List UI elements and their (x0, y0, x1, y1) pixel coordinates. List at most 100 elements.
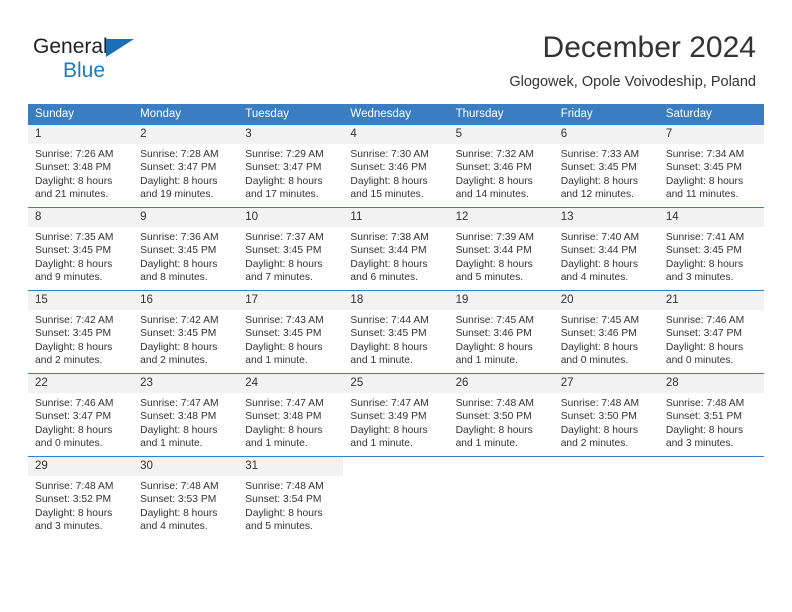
day-number (448, 457, 554, 476)
day-number: 10 (238, 208, 344, 227)
detail-daylight-line2: and 1 minute. (245, 438, 308, 450)
calendar-day-cell[interactable]: 13 Sunrise: 7:40 AM Sunset: 3:44 PM Dayligh… (553, 207, 659, 291)
detail-sunset: Sunset: 3:51 PM (665, 411, 742, 423)
detail-daylight-line1: Daylight: 8 hours (560, 424, 638, 436)
calendar-week-row: 22 Sunrise: 7:46 AM Sunset: 3:47 PM Dayligh… (28, 373, 764, 457)
detail-daylight-line1: Daylight: 8 hours (140, 258, 218, 270)
detail-sunrise: Sunrise: 7:29 AM (245, 149, 324, 160)
calendar-day-cell[interactable]: 11 Sunrise: 7:38 AM Sunset: 3:44 PM Dayligh… (343, 207, 449, 291)
calendar-day-cell[interactable]: 19 Sunrise: 7:45 AM Sunset: 3:46 PM Dayligh… (448, 290, 554, 374)
detail-sunrise: Sunrise: 7:45 AM (455, 315, 534, 326)
detail-daylight-line2: and 3 minutes. (665, 438, 734, 450)
detail-daylight-line2: and 0 minutes. (665, 355, 734, 367)
day-number: 26 (448, 374, 554, 393)
calendar-day-cell[interactable]: 2 Sunrise: 7:28 AM Sunset: 3:47 PM Daylight… (133, 125, 239, 208)
detail-sunrise: Sunrise: 7:48 AM (245, 481, 324, 492)
detail-sunset: Sunset: 3:45 PM (560, 162, 637, 174)
calendar-day-cell[interactable]: 22 Sunrise: 7:46 AM Sunset: 3:47 PM Dayligh… (28, 373, 134, 457)
calendar-day-cell[interactable]: 5 Sunrise: 7:32 AM Sunset: 3:46 PM Daylight… (448, 125, 554, 208)
day-number: 11 (343, 208, 449, 227)
day-number: 6 (553, 125, 659, 144)
detail-sunrise: Sunrise: 7:30 AM (350, 149, 429, 160)
day-number: 14 (658, 208, 764, 227)
detail-daylight-line2: and 19 minutes. (140, 189, 214, 201)
weekday-header-wednesday: Wednesday (343, 104, 449, 125)
calendar-day-cell[interactable]: 15 Sunrise: 7:42 AM Sunset: 3:45 PM Dayligh… (28, 290, 134, 374)
calendar-day-cell[interactable]: 12 Sunrise: 7:39 AM Sunset: 3:44 PM Dayligh… (448, 207, 554, 291)
calendar-day-cell[interactable]: 14 Sunrise: 7:41 AM Sunset: 3:45 PM Dayligh… (658, 207, 764, 291)
detail-daylight-line2: and 8 minutes. (140, 272, 208, 284)
calendar-day-cell[interactable]: 1 Sunrise: 7:26 AM Sunset: 3:48 PM Daylight… (28, 125, 134, 208)
detail-sunrise: Sunrise: 7:34 AM (665, 149, 745, 160)
day-number (658, 457, 764, 476)
calendar-day-cell[interactable]: 30 Sunrise: 7:48 AM Sunset: 3:53 PM Dayligh… (133, 456, 239, 539)
day-number: 20 (553, 291, 659, 310)
day-number: 24 (238, 374, 344, 393)
detail-sunrise: Sunrise: 7:42 AM (140, 315, 219, 326)
detail-sunrise: Sunrise: 7:46 AM (665, 315, 745, 326)
detail-sunrise: Sunrise: 7:48 AM (665, 398, 745, 409)
detail-sunset: Sunset: 3:45 PM (350, 328, 427, 340)
calendar-day-cell[interactable]: 29 Sunrise: 7:48 AM Sunset: 3:52 PM Dayligh… (28, 456, 134, 539)
detail-sunrise: Sunrise: 7:44 AM (350, 315, 429, 326)
detail-sunrise: Sunrise: 7:41 AM (665, 232, 745, 243)
calendar-day-cell[interactable]: 25 Sunrise: 7:47 AM Sunset: 3:49 PM Dayligh… (343, 373, 449, 457)
calendar-week-row: 29 Sunrise: 7:48 AM Sunset: 3:52 PM Dayligh… (28, 456, 764, 539)
detail-sunrise: Sunrise: 7:39 AM (455, 232, 534, 243)
detail-daylight-line1: Daylight: 8 hours (140, 341, 218, 353)
calendar-day-cell[interactable]: 23 Sunrise: 7:47 AM Sunset: 3:48 PM Dayligh… (133, 373, 239, 457)
detail-daylight-line1: Daylight: 8 hours (140, 507, 218, 519)
calendar-week-row: 8 Sunrise: 7:35 AM Sunset: 3:45 PM Daylight… (28, 207, 764, 291)
detail-daylight-line2: and 21 minutes. (35, 189, 109, 201)
day-details: Sunrise: 7:35 AM Sunset: 3:45 PM Daylight:… (28, 227, 133, 285)
calendar-day-cell[interactable]: 24 Sunrise: 7:47 AM Sunset: 3:48 PM Dayligh… (238, 373, 344, 457)
detail-daylight-line2: and 4 minutes. (560, 272, 629, 284)
day-number: 23 (133, 374, 239, 393)
calendar-day-cell[interactable]: 17 Sunrise: 7:43 AM Sunset: 3:45 PM Dayligh… (238, 290, 344, 374)
detail-daylight-line2: and 1 minute. (455, 355, 518, 367)
calendar-day-cell[interactable]: 18 Sunrise: 7:44 AM Sunset: 3:45 PM Dayligh… (343, 290, 449, 374)
day-number: 16 (133, 291, 239, 310)
detail-daylight-line1: Daylight: 8 hours (245, 175, 323, 187)
calendar-day-cell[interactable]: 7 Sunrise: 7:34 AM Sunset: 3:45 PM Daylight… (658, 125, 764, 208)
day-details: Sunrise: 7:46 AM Sunset: 3:47 PM Daylight:… (659, 310, 764, 368)
calendar-day-cell[interactable]: 4 Sunrise: 7:30 AM Sunset: 3:46 PM Daylight… (343, 125, 449, 208)
calendar-cell-empty (343, 456, 449, 539)
detail-daylight-line1: Daylight: 8 hours (560, 341, 638, 353)
day-number: 28 (658, 374, 764, 393)
day-number (343, 457, 449, 476)
detail-daylight-line1: Daylight: 8 hours (245, 424, 323, 436)
day-details: Sunrise: 7:33 AM Sunset: 3:45 PM Daylight:… (554, 144, 659, 202)
detail-sunset: Sunset: 3:45 PM (245, 328, 322, 340)
calendar-day-cell[interactable]: 9 Sunrise: 7:36 AM Sunset: 3:45 PM Daylight… (133, 207, 239, 291)
detail-sunset: Sunset: 3:47 PM (140, 162, 217, 174)
day-details (449, 476, 554, 480)
calendar-day-cell[interactable]: 6 Sunrise: 7:33 AM Sunset: 3:45 PM Daylight… (553, 125, 659, 208)
detail-daylight-line1: Daylight: 8 hours (455, 424, 533, 436)
day-number: 15 (28, 291, 134, 310)
calendar-day-cell[interactable]: 16 Sunrise: 7:42 AM Sunset: 3:45 PM Dayligh… (133, 290, 239, 374)
calendar-day-cell[interactable]: 27 Sunrise: 7:48 AM Sunset: 3:50 PM Dayligh… (553, 373, 659, 457)
calendar-day-cell[interactable]: 20 Sunrise: 7:45 AM Sunset: 3:46 PM Dayligh… (553, 290, 659, 374)
day-details: Sunrise: 7:48 AM Sunset: 3:50 PM Daylight:… (554, 393, 659, 451)
day-number: 7 (658, 125, 764, 144)
day-details: Sunrise: 7:37 AM Sunset: 3:45 PM Daylight:… (238, 227, 343, 285)
day-number: 17 (238, 291, 344, 310)
weekday-header-monday: Monday (133, 104, 239, 125)
detail-sunset: Sunset: 3:49 PM (350, 411, 427, 423)
detail-sunset: Sunset: 3:50 PM (455, 411, 532, 423)
day-details: Sunrise: 7:48 AM Sunset: 3:53 PM Daylight:… (133, 476, 238, 534)
calendar-day-cell[interactable]: 26 Sunrise: 7:48 AM Sunset: 3:50 PM Dayligh… (448, 373, 554, 457)
calendar-day-cell[interactable]: 21 Sunrise: 7:46 AM Sunset: 3:47 PM Dayligh… (658, 290, 764, 374)
day-details: Sunrise: 7:36 AM Sunset: 3:45 PM Daylight:… (133, 227, 238, 285)
day-details: Sunrise: 7:41 AM Sunset: 3:45 PM Daylight:… (659, 227, 764, 285)
calendar-day-cell[interactable]: 3 Sunrise: 7:29 AM Sunset: 3:47 PM Daylight… (238, 125, 344, 208)
detail-daylight-line1: Daylight: 8 hours (35, 424, 113, 436)
day-details: Sunrise: 7:47 AM Sunset: 3:48 PM Daylight:… (133, 393, 238, 451)
calendar-day-cell[interactable]: 28 Sunrise: 7:48 AM Sunset: 3:51 PM Dayligh… (658, 373, 764, 457)
detail-daylight-line1: Daylight: 8 hours (35, 258, 113, 270)
calendar-day-cell[interactable]: 10 Sunrise: 7:37 AM Sunset: 3:45 PM Dayligh… (238, 207, 344, 291)
day-details: Sunrise: 7:44 AM Sunset: 3:45 PM Daylight:… (343, 310, 448, 368)
calendar-day-cell[interactable]: 31 Sunrise: 7:48 AM Sunset: 3:54 PM Dayligh… (238, 456, 344, 539)
calendar-day-cell[interactable]: 8 Sunrise: 7:35 AM Sunset: 3:45 PM Daylight… (28, 207, 134, 291)
